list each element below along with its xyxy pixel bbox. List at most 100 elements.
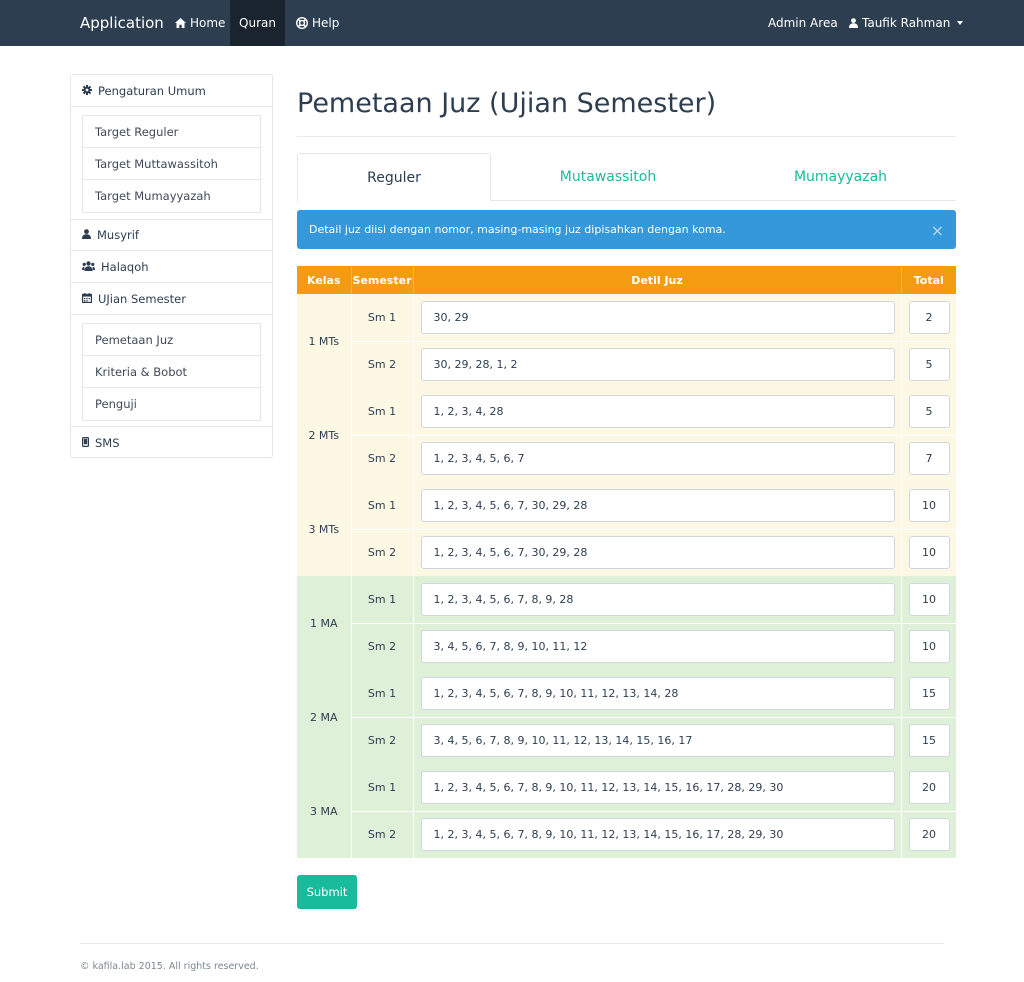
total-input[interactable]: 5 [908,348,950,382]
sidebar: Pengaturan Umum Target Reguler Target Mu… [70,74,273,458]
juz-detail-input[interactable]: 1, 2, 3, 4, 5, 6, 7, 30, 29, 28 [420,536,895,570]
juz-detail-input[interactable]: 1, 2, 3, 4, 5, 6, 7, 8, 9, 28 [420,582,895,616]
total-input[interactable]: 20 [908,770,950,804]
table-row: Sm 2 3, 4, 5, 6, 7, 8, 9, 10, 11, 12 10 [297,622,957,670]
juz-detail-input[interactable]: 1, 2, 3, 4, 5, 6, 7, 8, 9, 10, 11, 12, 1… [420,770,895,804]
juz-detail-input[interactable]: 3, 4, 5, 6, 7, 8, 9, 10, 11, 12 [420,630,895,664]
sidebar-item-label: Pengaturan Umum [98,83,206,98]
info-alert: Detail juz diisi dengan nomor, masing-ma… [297,210,956,249]
table-row: 1 MA Sm 1 1, 2, 3, 4, 5, 6, 7, 8, 9, 28 10 [297,576,957,670]
tab-bar: Reguler Mutawassitoh Mumayyazah [297,153,956,202]
semester-cell: Sm 1 [351,294,414,341]
sidebar-subitem-penguji[interactable]: Penguji [83,388,260,420]
total-cell: 15 [901,716,957,764]
kelas-cell: 3 MTs [297,482,352,576]
juz-cell: 30, 29, 28, 1, 2 [413,340,902,388]
total-cell: 10 [901,482,957,529]
footer-copyright: © kafila.lab 2015. All rights reserved. [80,961,259,972]
sidebar-submenu-ujian: Pemetaan Juz Kriteria & Bobot Penguji [82,323,261,421]
juz-detail-input[interactable]: 1, 2, 3, 4, 28 [420,394,895,428]
table-row: Sm 2 30, 29, 28, 1, 2 5 [297,340,957,388]
semester-cell: Sm 2 [351,716,414,764]
total-input[interactable]: 5 [908,394,950,428]
total-input[interactable]: 20 [908,818,950,852]
kelas-cell: 2 MA [297,670,352,764]
total-input[interactable]: 10 [908,536,950,570]
sidebar-item-label: SMS [95,435,120,450]
total-input[interactable]: 15 [908,676,950,710]
sidebar-item-pengaturan-umum[interactable]: Pengaturan Umum [71,75,272,107]
juz-cell: 3, 4, 5, 6, 7, 8, 9, 10, 11, 12, 13, 14,… [413,716,902,764]
tab-mutawassitoh[interactable]: Mutawassitoh [491,153,725,201]
semester-cell: Sm 1 [351,482,414,529]
juz-cell: 1, 2, 3, 4, 5, 6, 7, 8, 9, 28 [413,576,902,623]
juz-cell: 1, 2, 3, 4, 5, 6, 7, 30, 29, 28 [413,528,902,576]
juz-detail-input[interactable]: 1, 2, 3, 4, 5, 6, 7, 8, 9, 10, 11, 12, 1… [420,676,895,710]
total-cell: 10 [901,528,957,576]
sidebar-subitem-target-mumayyazah[interactable]: Target Mumayyazah [83,180,260,212]
nav-admin-area-label: Admin Area [768,16,838,30]
sidebar-subitem-target-reguler[interactable]: Target Reguler [83,116,260,148]
gear-icon [82,75,92,107]
juz-cell: 1, 2, 3, 4, 5, 6, 7, 30, 29, 28 [413,482,902,529]
kelas-cell: 1 MTs [297,294,352,388]
total-cell: 10 [901,622,957,670]
semester-cell: Sm 2 [351,528,414,576]
sidebar-subitem-pemetaan-juz[interactable]: Pemetaan Juz [83,324,260,356]
juz-mapping-table: Kelas Semester Detil Juz Total 1 MTs Sm 1… [297,266,957,858]
mobile-icon [82,427,90,459]
title-divider [297,136,956,137]
sidebar-item-halaqoh[interactable]: Halaqoh [71,251,272,283]
total-cell: 15 [901,670,957,717]
sidebar-subitem-kriteria-bobot[interactable]: Kriteria & Bobot [83,356,260,388]
juz-cell: 1, 2, 3, 4, 5, 6, 7, 8, 9, 10, 11, 12, 1… [413,670,902,717]
tab-reguler[interactable]: Reguler [297,153,491,202]
submit-button[interactable]: Submit [297,875,357,909]
users-icon [82,251,95,283]
tab-mumayyazah[interactable]: Mumayyazah [725,153,956,201]
top-navbar: Application Home Quran Help Admin Area T… [0,0,1024,46]
user-menu-dropdown[interactable]: Taufik Rahman [838,0,974,46]
juz-detail-input[interactable]: 1, 2, 3, 4, 5, 6, 7 [420,442,895,476]
total-input[interactable]: 10 [908,630,950,664]
total-input[interactable]: 10 [908,582,950,616]
juz-detail-input[interactable]: 1, 2, 3, 4, 5, 6, 7, 8, 9, 10, 11, 12, 1… [420,818,895,852]
semester-cell: Sm 2 [351,810,414,858]
table-row: Sm 2 1, 2, 3, 4, 5, 6, 7, 30, 29, 28 10 [297,528,957,576]
sidebar-submenu-pengaturan: Target Reguler Target Muttawassitoh Targ… [82,115,261,213]
sidebar-item-label: UJian Semester [98,291,186,306]
nav-help[interactable]: Help [285,0,350,46]
home-icon [175,18,186,28]
total-input[interactable]: 10 [908,488,950,522]
nav-quran[interactable]: Quran [230,0,285,46]
sidebar-item-label: Musyrif [97,228,139,242]
semester-cell: Sm 2 [351,434,414,482]
sidebar-subitem-target-muttawassitoh[interactable]: Target Muttawassitoh [83,148,260,180]
semester-cell: Sm 1 [351,764,414,811]
nav-home[interactable]: Home [164,0,236,46]
sidebar-item-musyrif[interactable]: Musyrif [71,219,272,251]
table-header-row: Kelas Semester Detil Juz Total [297,266,956,294]
juz-detail-input[interactable]: 30, 29, 28, 1, 2 [420,348,895,382]
sidebar-item-sms[interactable]: SMS [71,426,272,458]
total-input[interactable]: 15 [908,724,950,758]
juz-detail-input[interactable]: 3, 4, 5, 6, 7, 8, 9, 10, 11, 12, 13, 14,… [420,724,895,758]
total-input[interactable]: 7 [908,442,950,476]
nav-admin-area[interactable]: Admin Area [757,0,849,46]
table-row: Sm 2 3, 4, 5, 6, 7, 8, 9, 10, 11, 12, 13,… [297,716,957,764]
juz-detail-input[interactable]: 30, 29 [420,300,895,334]
juz-detail-input[interactable]: 1, 2, 3, 4, 5, 6, 7, 30, 29, 28 [420,488,895,522]
total-cell: 2 [901,294,957,341]
user-icon [849,18,858,28]
calendar-icon [82,283,93,315]
sidebar-item-ujian-semester[interactable]: UJian Semester [71,283,272,315]
total-input[interactable]: 2 [908,300,950,334]
total-cell: 20 [901,810,957,858]
brand-link[interactable]: Application [80,0,164,46]
close-icon[interactable]: × [931,210,944,251]
semester-cell: Sm 1 [351,388,414,435]
table-row: 3 MTs Sm 1 1, 2, 3, 4, 5, 6, 7, 30, 29, 28… [297,482,957,576]
footer-divider [80,943,944,944]
juz-cell: 1, 2, 3, 4, 28 [413,388,902,435]
user-name: Taufik Rahman [862,16,951,30]
